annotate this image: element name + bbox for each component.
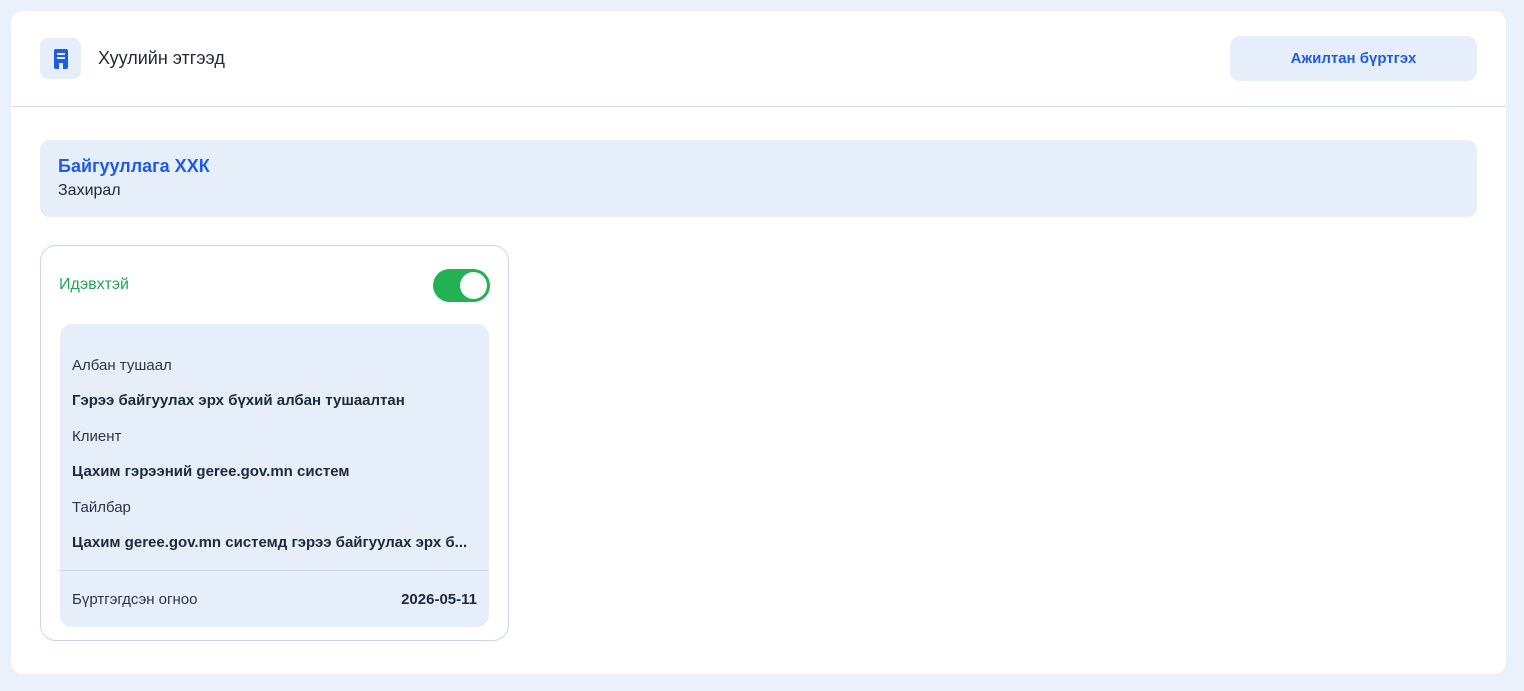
- organization-banner: Байгууллага ХХК Захирал: [40, 140, 1477, 217]
- page-title: Хуулийн этгээд: [98, 48, 225, 68]
- field-value-client: Цахим гэрээний geree.gov.mn систем: [72, 463, 350, 480]
- field-label-description: Тайлбар: [72, 499, 131, 516]
- organization-name: Байгууллага ХХК: [58, 156, 210, 176]
- toggle-knob: [460, 271, 487, 299]
- header: Хуулийн этгээд Ажилтан бүртгэх: [11, 11, 1506, 107]
- organization-role: Захирал: [58, 182, 121, 199]
- field-value-position: Гэрээ байгуулах эрх бүхий албан тушаалта…: [72, 392, 405, 409]
- registered-date-row: Бүртгэгдсэн огноо 2026-05-11: [72, 571, 477, 627]
- building-icon: [40, 38, 81, 79]
- register-employee-button[interactable]: Ажилтан бүртгэх: [1230, 36, 1477, 81]
- field-label-client: Клиент: [72, 428, 122, 445]
- main-panel: Хуулийн этгээд Ажилтан бүртгэх Байгуулла…: [11, 11, 1506, 674]
- employee-card: Идэвхтэй Албан тушаал Гэрээ байгуулах эр…: [40, 245, 509, 641]
- status-label: Идэвхтэй: [59, 276, 129, 293]
- details-box: Албан тушаал Гэрээ байгуулах эрх бүхий а…: [60, 324, 489, 627]
- active-toggle[interactable]: [433, 268, 490, 302]
- field-label-position: Албан тушаал: [72, 357, 172, 374]
- registered-date-value: 2026-05-11: [401, 590, 477, 608]
- field-value-description: Цахим geree.gov.mn системд гэрээ байгуул…: [72, 534, 468, 551]
- status-row: Идэвхтэй: [41, 246, 508, 324]
- registered-date-label: Бүртгэгдсэн огноо: [72, 590, 198, 608]
